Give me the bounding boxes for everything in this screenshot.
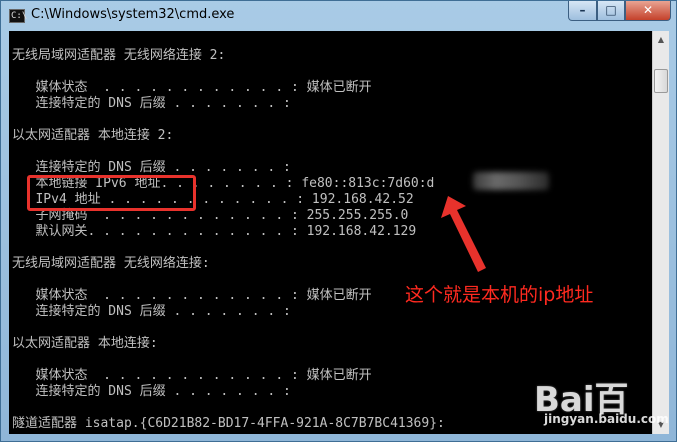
minimize-button[interactable]: – (568, 1, 597, 21)
console-line: 以太网适配器 本地连接: (12, 336, 158, 351)
console-line: 连接特定的 DNS 后缀 . . . . . . . : (12, 304, 291, 319)
console-line: 默认网关. . . . . . . . . . . . . : 192.168.… (12, 224, 417, 239)
console-line: 无线局域网适配器 无线网络连接: (12, 256, 210, 271)
console-line: 隧道适配器 isatap.{C6D21B82-BD17-4FFA-921A-8C… (12, 416, 445, 431)
close-button[interactable]: ✕ (625, 1, 671, 21)
scrollbar-thumb[interactable] (654, 69, 668, 93)
console-line: 媒体状态 . . . . . . . . . . . . : 媒体已断开 (12, 288, 372, 303)
ip-highlight-box (27, 175, 196, 211)
watermark-url: jingyan.baidu.com (544, 412, 669, 426)
console-line: 连接特定的 DNS 后缀 . . . . . . . : (12, 384, 291, 399)
console-line: 连接特定的 DNS 后缀 . . . . . . . : (12, 96, 291, 111)
annotation-label: 这个就是本机的ip地址 (405, 284, 594, 306)
maximize-button[interactable]: □ (597, 1, 625, 21)
scroll-up-arrow-icon[interactable]: ▲ (654, 32, 668, 48)
baidu-watermark: Bai百 jingyan.baidu.com (522, 372, 669, 432)
console-line: 以太网适配器 本地连接 2: (12, 128, 174, 143)
window-title: C:\Windows\system32\cmd.exe (31, 7, 235, 22)
cmd-app-icon[interactable]: C:\ (9, 9, 27, 23)
redaction-blur (473, 172, 549, 190)
console-line: 媒体状态 . . . . . . . . . . . . : 媒体已断开 (12, 368, 372, 383)
console-line: 无线局域网适配器 无线网络连接 2: (12, 48, 226, 63)
console-line: 连接特定的 DNS 后缀 . . . . . . . : (12, 160, 291, 175)
console-line: 媒体状态 . . . . . . . . . . . . : 媒体已断开 (12, 80, 372, 95)
